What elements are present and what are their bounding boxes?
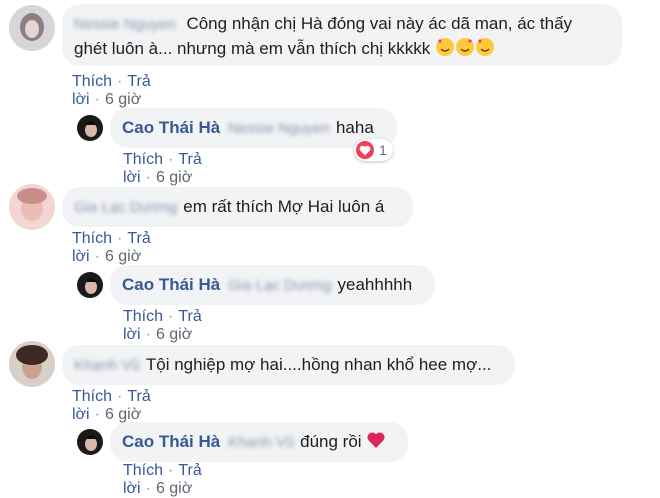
comment-bubble: Gia Lạc Dương em rất thích Mợ Hai luôn á [62, 187, 413, 227]
comment-bubble: Cao Thái Hà Khanh Vũ đúng rồi [110, 422, 408, 462]
like-link[interactable]: Thích [123, 462, 163, 479]
comment-text-line2: ghét luôn à... nhưng mà em vẫn thích chị… [74, 39, 431, 58]
avatar[interactable] [76, 271, 104, 299]
mention[interactable]: Gia Lạc Dương [228, 274, 331, 298]
comment-text: đúng rồi [300, 432, 362, 451]
reaction-count: 1 [379, 142, 387, 158]
comment-bubble: Nessie Nguyen Công nhận chị Hà đóng vai … [62, 4, 622, 66]
comment-author[interactable]: Nessie Nguyen [74, 13, 176, 37]
avatar[interactable] [76, 428, 104, 456]
comment-actions: Thích · Trả lời · 6 giờ [123, 151, 202, 186]
timestamp[interactable]: 6 giờ [105, 406, 141, 423]
comment-author[interactable]: Gia Lạc Dương [74, 196, 177, 220]
avatar[interactable] [9, 341, 55, 387]
comment-author[interactable]: Cao Thái Hà [122, 275, 220, 294]
timestamp[interactable]: 6 giờ [105, 91, 141, 108]
comment-bubble: Khanh Vũ Tội nghiệp mợ hai....hồng nhan k… [62, 345, 515, 385]
comment-text: haha [335, 118, 374, 137]
avatar[interactable] [9, 5, 55, 51]
timestamp[interactable]: 6 giờ [156, 326, 192, 343]
timestamp[interactable]: 6 giờ [156, 169, 192, 186]
red-heart-icon [366, 432, 386, 451]
timestamp[interactable]: 6 giờ [105, 248, 141, 265]
comment-author[interactable]: Cao Thái Hà [122, 432, 220, 451]
mention[interactable]: Khanh Vũ [228, 431, 294, 455]
reaction-summary[interactable]: 1 [354, 139, 393, 161]
comment-text: em rất thích Mợ Hai luôn á [183, 197, 385, 216]
like-link[interactable]: Thích [72, 73, 112, 90]
like-link[interactable]: Thích [123, 151, 163, 168]
mention[interactable]: Nessie Nguyen [228, 117, 330, 141]
love-reaction-icon [356, 141, 374, 159]
timestamp[interactable]: 6 giờ [156, 480, 192, 497]
smiling-face-with-hearts-icon [435, 38, 495, 58]
comment-author[interactable]: Cao Thái Hà [122, 118, 220, 137]
comment-actions: Thích · Trả lời · 6 giờ [72, 388, 151, 423]
comment-bubble: Cao Thái Hà Nessie Nguyen haha [110, 108, 397, 148]
comment-actions: Thích · Trả lời · 6 giờ [72, 230, 151, 265]
comment-bubble: Cao Thái Hà Gia Lạc Dương yeahhhhh [110, 265, 435, 305]
like-link[interactable]: Thích [72, 230, 112, 247]
comment-actions: Thích · Trả lời · 6 giờ [123, 462, 202, 497]
avatar[interactable] [76, 114, 104, 142]
avatar[interactable] [9, 184, 55, 230]
comment-text: yeahhhhh [337, 275, 413, 294]
like-link[interactable]: Thích [123, 308, 163, 325]
comment-text: Tội nghiệp mợ hai....hồng nhan khổ hee m… [145, 355, 492, 374]
comment-actions: Thích · Trả lời · 6 giờ [123, 308, 202, 343]
comment-actions: Thích · Trả lời · 6 giờ [72, 73, 151, 108]
comment-text: Công nhận chị Hà đóng vai này ác dã man,… [186, 14, 573, 33]
comment-author[interactable]: Khanh Vũ [74, 354, 140, 378]
like-link[interactable]: Thích [72, 388, 112, 405]
